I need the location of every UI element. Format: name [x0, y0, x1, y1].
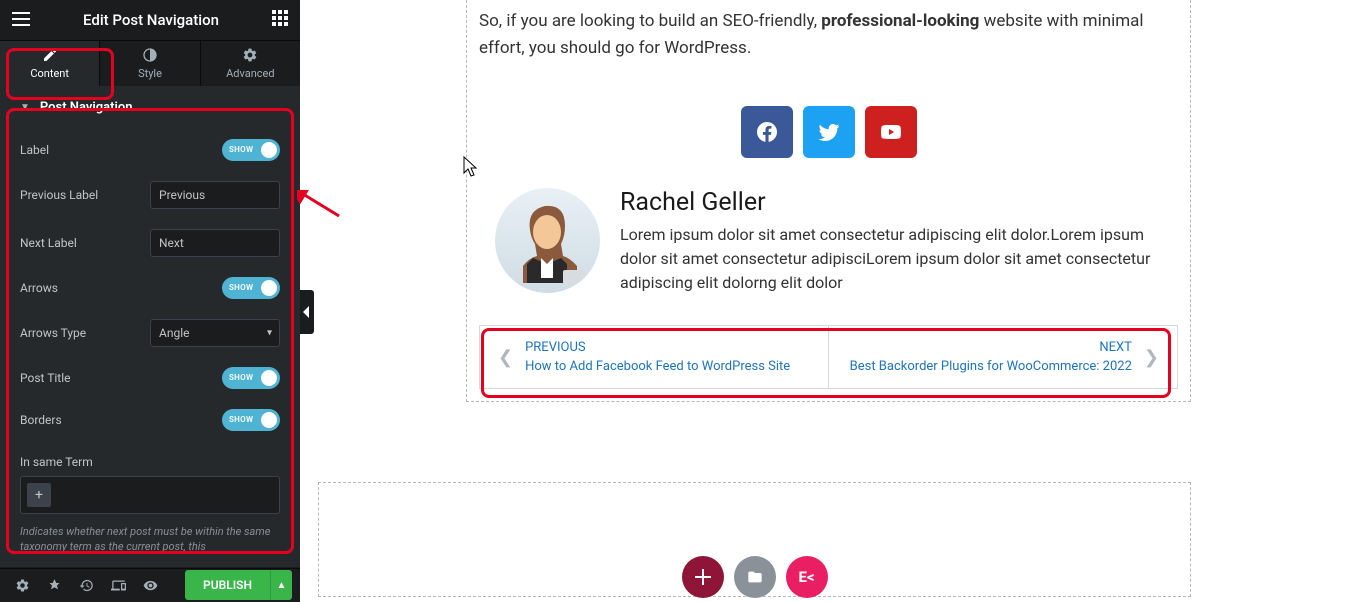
control-prev-label: Previous Label [20, 171, 280, 219]
editor-tabs: Content Style Advanced [0, 41, 300, 86]
template-library-button[interactable] [734, 556, 776, 598]
borders-toggle[interactable]: SHOW [222, 409, 280, 431]
next-label-input[interactable] [150, 229, 280, 257]
same-term-box: + [20, 476, 280, 514]
toggle-knob [261, 280, 277, 296]
responsive-icon[interactable] [104, 571, 132, 599]
action-buttons: E< [682, 556, 828, 598]
prev-label: PREVIOUS [525, 340, 790, 355]
arrows-toggle[interactable]: SHOW [222, 277, 280, 299]
post-title-toggle[interactable]: SHOW [222, 367, 280, 389]
post-nav-prev[interactable]: ❮ PREVIOUS How to Add Facebook Feed to W… [480, 326, 828, 388]
control-arrows: Arrows SHOW [20, 267, 280, 309]
tab-label: Style [138, 67, 162, 80]
author-name: Rachel Geller [620, 188, 1162, 217]
control-borders: Borders SHOW [20, 399, 280, 441]
prev-title: How to Add Facebook Feed to WordPress Si… [525, 359, 790, 374]
control-label: Label SHOW [20, 129, 280, 171]
content-block: So, if you are looking to build an SEO-f… [466, 0, 1191, 402]
next-title: Best Backorder Plugins for WooCommerce: … [850, 359, 1132, 374]
toggle-knob [261, 370, 277, 386]
history-icon[interactable] [72, 571, 100, 599]
twitter-icon[interactable] [803, 106, 855, 158]
label: Borders [20, 413, 62, 427]
widgets-icon[interactable] [272, 10, 288, 30]
angle-left-icon: ❮ [498, 347, 513, 368]
control-arrows-type: Arrows Type Angle [20, 309, 280, 357]
author-bio: Lorem ipsum dolor sit amet consectetur a… [620, 223, 1162, 295]
publish-button[interactable]: PUBLISH [185, 570, 270, 600]
add-term-button[interactable]: + [27, 483, 51, 507]
tab-label: Content [30, 67, 69, 80]
collapse-handle[interactable] [300, 290, 314, 334]
elementskit-button[interactable]: E< [786, 556, 828, 598]
sidebar-header: Edit Post Navigation [0, 0, 300, 41]
navigator-icon[interactable] [40, 571, 68, 599]
control-post-title: Post Title SHOW [20, 357, 280, 399]
label: Arrows Type [20, 326, 86, 340]
control-in-same-term: In same Term + Indicates whether next po… [20, 441, 280, 555]
post-nav-next[interactable]: NEXT Best Backorder Plugins for WooComme… [828, 326, 1177, 388]
add-section-button[interactable] [682, 556, 724, 598]
label: Next Label [20, 236, 77, 250]
editor-sidebar: Edit Post Navigation Content Style Advan… [0, 0, 300, 602]
sidebar-footer: PUBLISH ▲ [0, 568, 300, 602]
youtube-icon[interactable] [865, 106, 917, 158]
label: In same Term [20, 455, 93, 469]
preview-area: So, if you are looking to build an SEO-f… [300, 0, 1347, 602]
angle-right-icon: ❯ [1144, 347, 1159, 368]
arrows-type-select[interactable]: Angle [150, 319, 280, 347]
post-navigation: ❮ PREVIOUS How to Add Facebook Feed to W… [479, 325, 1178, 389]
label: Post Title [20, 371, 70, 385]
next-label: NEXT [850, 340, 1132, 355]
label: Label [20, 143, 49, 157]
prev-label-input[interactable] [150, 181, 280, 209]
toggle-knob [261, 142, 277, 158]
panel-controls: Label SHOW Previous Label Next Label Arr… [0, 129, 300, 567]
preview-icon[interactable] [136, 571, 164, 599]
social-icons [479, 76, 1178, 176]
control-next-label: Next Label [20, 219, 280, 267]
label-toggle[interactable]: SHOW [222, 139, 280, 161]
toggle-knob [261, 412, 277, 428]
help-text: Indicates whether next post must be with… [20, 524, 280, 555]
panel-title: Post Navigation [40, 100, 133, 115]
tab-advanced[interactable]: Advanced [201, 41, 300, 86]
facebook-icon[interactable] [741, 106, 793, 158]
author-avatar [495, 188, 600, 293]
caret-down-icon: ▼ [20, 102, 30, 113]
author-box: Rachel Geller Lorem ipsum dolor sit amet… [479, 176, 1178, 307]
panel-section: ▼ Post Navigation Label SHOW Previous La… [0, 86, 300, 568]
tab-content[interactable]: Content [0, 41, 100, 86]
panel-header[interactable]: ▼ Post Navigation [0, 86, 300, 129]
label: Arrows [20, 281, 58, 295]
content-paragraph: So, if you are looking to build an SEO-f… [479, 0, 1178, 76]
header-title: Edit Post Navigation [83, 11, 219, 29]
settings-icon[interactable] [8, 571, 36, 599]
tab-style[interactable]: Style [100, 41, 200, 86]
label: Previous Label [20, 188, 98, 202]
menu-icon[interactable] [12, 11, 30, 30]
drop-zone[interactable]: E< [318, 482, 1191, 597]
author-text: Rachel Geller Lorem ipsum dolor sit amet… [620, 188, 1162, 295]
tab-label: Advanced [226, 67, 274, 80]
publish-dropdown[interactable]: ▲ [270, 570, 292, 600]
